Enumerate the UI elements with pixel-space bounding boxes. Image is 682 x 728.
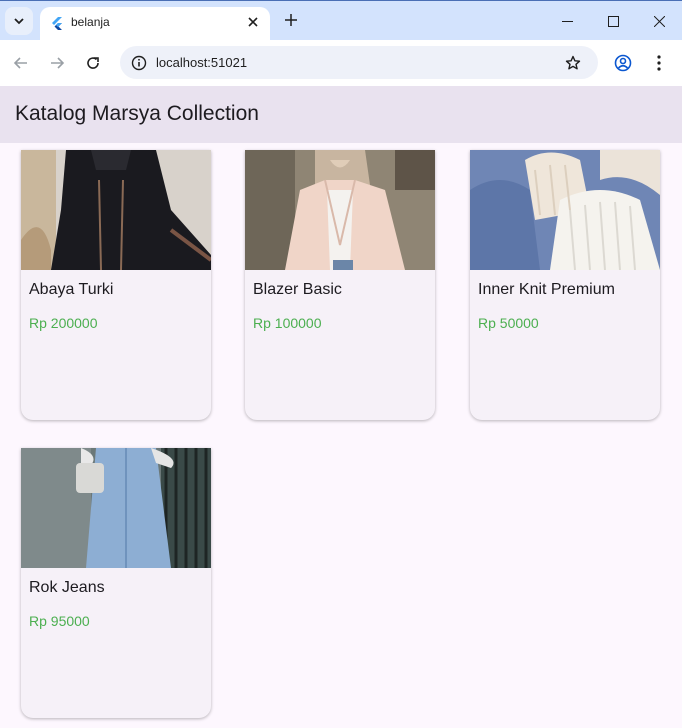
plus-icon	[285, 14, 297, 26]
product-price: Rp 95000	[29, 613, 90, 629]
tab-search-button[interactable]	[5, 7, 33, 35]
product-image-blazer	[245, 150, 435, 270]
close-window-button[interactable]	[647, 9, 671, 33]
more-vert-icon	[657, 55, 661, 71]
maximize-button[interactable]	[601, 9, 625, 33]
reload-icon	[87, 57, 99, 69]
product-name: Blazer Basic	[253, 281, 342, 298]
product-card[interactable]: Blazer Basic Rp 100000	[245, 150, 435, 420]
url-text: localhost:51021	[156, 55, 248, 70]
flutter-icon	[52, 17, 62, 30]
browser-menu-button[interactable]	[647, 51, 671, 75]
info-icon	[131, 55, 147, 71]
product-image-abaya	[21, 150, 211, 270]
chevron-down-icon	[14, 18, 24, 25]
browser-toolbar: localhost:51021	[0, 40, 682, 86]
account-icon	[614, 54, 632, 72]
address-bar[interactable]: localhost:51021	[120, 46, 598, 79]
product-image-inner-knit	[470, 150, 660, 270]
star-icon	[565, 55, 581, 70]
product-name: Inner Knit Premium	[478, 281, 615, 298]
new-tab-button[interactable]	[281, 10, 301, 30]
back-button[interactable]	[9, 51, 33, 75]
page-title: Katalog Marsya Collection	[15, 102, 259, 125]
browser-tab[interactable]: belanja	[40, 7, 270, 41]
arrow-left-icon	[13, 57, 27, 69]
close-icon	[653, 15, 665, 27]
product-card[interactable]: Rok Jeans Rp 95000	[21, 448, 211, 718]
product-image-rok-jeans	[21, 448, 211, 568]
product-name: Abaya Turki	[29, 281, 114, 298]
product-card[interactable]: Inner Knit Premium Rp 50000	[470, 150, 660, 420]
product-price: Rp 200000	[29, 315, 98, 331]
bookmark-button[interactable]	[562, 52, 584, 74]
close-tab-button[interactable]	[244, 13, 262, 31]
maximize-icon	[607, 15, 619, 27]
reload-button[interactable]	[81, 51, 105, 75]
profile-button[interactable]	[611, 51, 635, 75]
minimize-icon	[561, 20, 573, 22]
close-icon	[248, 17, 258, 27]
product-price: Rp 50000	[478, 315, 539, 331]
forward-button[interactable]	[45, 51, 69, 75]
site-info-button[interactable]	[129, 53, 149, 73]
product-price: Rp 100000	[253, 315, 322, 331]
minimize-button[interactable]	[555, 9, 579, 33]
product-name: Rok Jeans	[29, 579, 105, 596]
app-bar: Katalog Marsya Collection	[0, 86, 682, 143]
product-card[interactable]: Abaya Turki Rp 200000	[21, 150, 211, 420]
tab-title: belanja	[71, 15, 110, 29]
arrow-right-icon	[51, 57, 65, 69]
browser-tab-strip: belanja	[0, 0, 682, 41]
